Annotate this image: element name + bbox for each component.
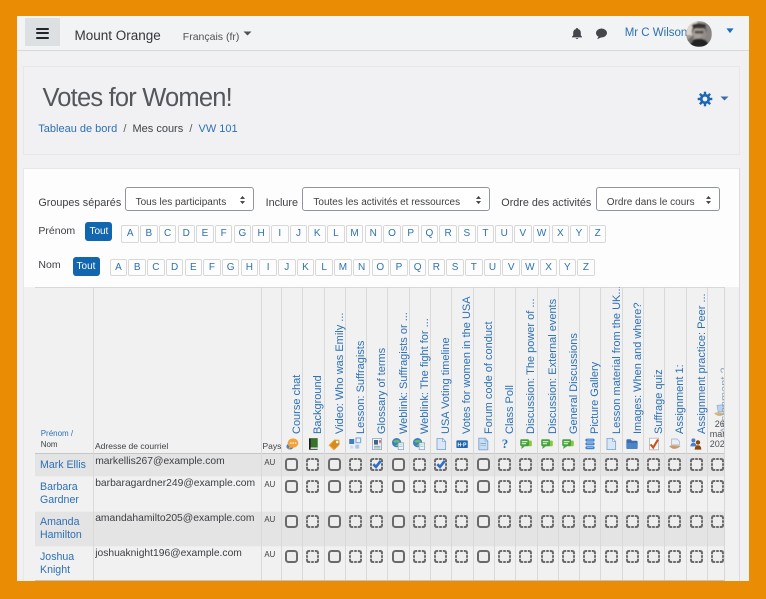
svg-text:?: ? (501, 437, 508, 451)
svg-text:H·P: H·P (457, 442, 466, 448)
